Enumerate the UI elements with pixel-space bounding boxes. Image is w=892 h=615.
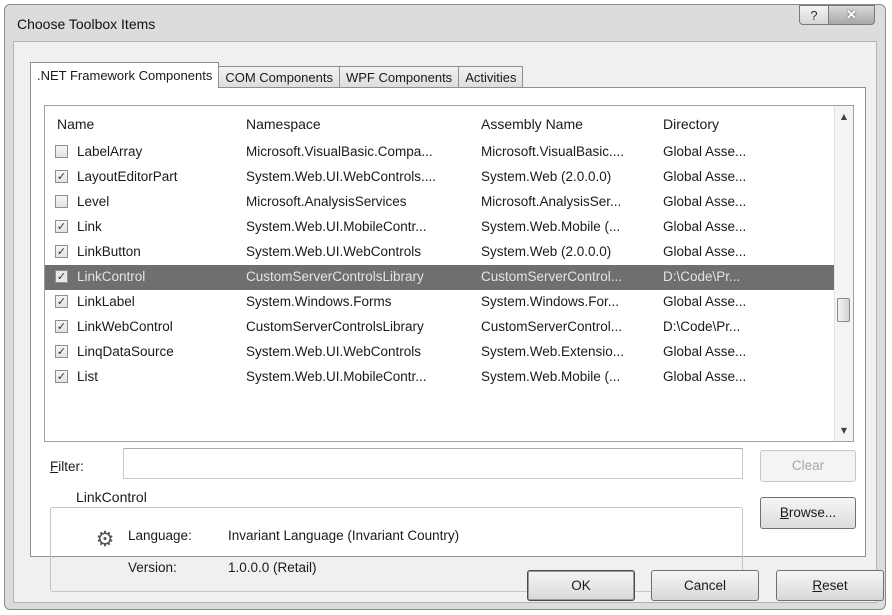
row-assembly-name: System.Web.Mobile (...	[481, 219, 621, 234]
row-namespace: CustomServerControlsLibrary	[246, 319, 424, 334]
row-checkbox[interactable]: ✓	[55, 370, 68, 383]
scrollbar-thumb[interactable]	[837, 298, 850, 322]
row-directory: D:\Code\Pr...	[663, 269, 741, 284]
row-assembly-name: System.Web.Extensio...	[481, 344, 625, 359]
row-namespace: System.Windows.Forms	[246, 294, 392, 309]
row-directory: Global Asse...	[663, 144, 747, 159]
choose-toolbox-items-dialog: Choose Toolbox Items ? ✕ .NET Framework …	[4, 4, 886, 610]
row-name: LabelArray	[77, 144, 143, 159]
row-namespace: CustomServerControlsLibrary	[246, 269, 424, 284]
list-row[interactable]: Level Microsoft.AnalysisServices Microsoft…	[45, 190, 835, 215]
row-name: LinkControl	[77, 269, 146, 284]
row-namespace: Microsoft.AnalysisServices	[246, 194, 407, 209]
tab-activities[interactable]: Activities	[458, 66, 524, 88]
gear-icon: ⚙	[95, 527, 115, 551]
clear-button[interactable]: Clear	[760, 450, 856, 482]
row-namespace: System.Web.UI.MobileContr...	[246, 219, 427, 234]
tab-com-components[interactable]: COM Components	[218, 66, 340, 88]
tab-net-framework-components[interactable]: .NET Framework Components	[30, 62, 220, 88]
scroll-up-arrow-icon[interactable]: ▲	[835, 108, 853, 125]
row-namespace: Microsoft.VisualBasic.Compa...	[246, 144, 433, 159]
details-group-title: LinkControl	[73, 489, 150, 505]
scroll-down-arrow-icon[interactable]: ▼	[835, 422, 853, 439]
row-assembly-name: System.Web.Mobile (...	[481, 369, 621, 384]
filter-input[interactable]	[123, 448, 743, 479]
row-checkbox[interactable]: ✓	[55, 270, 68, 283]
row-namespace: System.Web.UI.MobileContr...	[246, 369, 427, 384]
row-assembly-name: System.Windows.For...	[481, 294, 620, 309]
title-bar-buttons: ? ✕	[799, 5, 875, 25]
row-name: LinqDataSource	[77, 344, 174, 359]
row-assembly-name: CustomServerControl...	[481, 269, 623, 284]
row-directory: Global Asse...	[663, 194, 747, 209]
row-directory: Global Asse...	[663, 244, 747, 259]
ok-button[interactable]: OK	[527, 570, 635, 601]
list-row[interactable]: ✓ List System.Web.UI.MobileContr... System.…	[45, 365, 835, 390]
help-button[interactable]: ?	[799, 5, 829, 25]
browse-button[interactable]: Browse...	[760, 497, 856, 529]
cancel-button[interactable]: Cancel	[651, 570, 759, 601]
version-value: 1.0.0.0 (Retail)	[228, 560, 317, 575]
row-checkbox[interactable]: ✓	[55, 220, 68, 233]
column-headers: Name Namespace Assembly Name Directory	[45, 106, 835, 140]
list-row[interactable]: ✓ LinkControl CustomServerControlsLibrary C…	[45, 265, 835, 290]
row-name: Level	[77, 194, 110, 209]
filter-label: Filter:	[50, 459, 84, 474]
tab-strip: .NET Framework Components COM Components…	[30, 62, 524, 88]
column-header-directory[interactable]: Directory	[663, 116, 719, 132]
close-button[interactable]: ✕	[829, 5, 875, 25]
column-header-namespace[interactable]: Namespace	[246, 116, 321, 132]
reset-button[interactable]: Reset	[776, 570, 884, 601]
component-details-group: ⚙ Language: Invariant Language (Invarian…	[50, 507, 743, 592]
list-row[interactable]: ✓ LinqDataSource System.Web.UI.WebControls…	[45, 340, 835, 365]
list-row[interactable]: ✓ LayoutEditorPart System.Web.UI.WebContro…	[45, 165, 835, 190]
dialog-body: .NET Framework Components COM Components…	[13, 41, 884, 603]
language-label: Language:	[128, 528, 192, 543]
row-assembly-name: Microsoft.VisualBasic....	[481, 144, 625, 159]
row-assembly-name: Microsoft.AnalysisSer...	[481, 194, 622, 209]
list-rows: LabelArray Microsoft.VisualBasic.Compa...…	[45, 140, 835, 390]
row-namespace: System.Web.UI.WebControls	[246, 244, 422, 259]
list-row[interactable]: ✓ LinkLabel System.Windows.Forms System.Win…	[45, 290, 835, 315]
language-value: Invariant Language (Invariant Country)	[228, 528, 460, 543]
tab-wpf-components[interactable]: WPF Components	[338, 66, 460, 88]
row-assembly-name: System.Web (2.0.0.0)	[481, 244, 612, 259]
row-name: LinkLabel	[77, 294, 135, 309]
row-directory: D:\Code\Pr...	[663, 319, 741, 334]
window-title: Choose Toolbox Items	[17, 16, 156, 32]
row-name: LinkButton	[77, 244, 141, 259]
row-checkbox[interactable]: ✓	[55, 295, 68, 308]
row-checkbox[interactable]	[55, 145, 68, 158]
row-namespace: System.Web.UI.WebControls	[246, 344, 422, 359]
row-assembly-name: System.Web (2.0.0.0)	[481, 169, 612, 184]
row-checkbox[interactable]	[55, 195, 68, 208]
row-name: LayoutEditorPart	[77, 169, 178, 184]
list-row[interactable]: LabelArray Microsoft.VisualBasic.Compa...…	[45, 140, 835, 165]
row-checkbox[interactable]: ✓	[55, 345, 68, 358]
row-checkbox[interactable]: ✓	[55, 170, 68, 183]
list-row[interactable]: ✓ LinkButton System.Web.UI.WebControls Syst…	[45, 240, 835, 265]
row-directory: Global Asse...	[663, 344, 747, 359]
row-checkbox[interactable]: ✓	[55, 245, 68, 258]
row-checkbox[interactable]: ✓	[55, 320, 68, 333]
row-directory: Global Asse...	[663, 294, 747, 309]
row-directory: Global Asse...	[663, 369, 747, 384]
row-name: List	[77, 369, 99, 384]
row-assembly-name: CustomServerControl...	[481, 319, 623, 334]
column-header-name[interactable]: Name	[57, 116, 94, 132]
row-directory: Global Asse...	[663, 219, 747, 234]
list-row[interactable]: ✓ LinkWebControl CustomServerControlsLibra…	[45, 315, 835, 340]
row-namespace: System.Web.UI.WebControls....	[246, 169, 437, 184]
row-directory: Global Asse...	[663, 169, 747, 184]
column-header-assembly-name[interactable]: Assembly Name	[481, 116, 583, 132]
title-bar: Choose Toolbox Items ? ✕	[5, 5, 885, 41]
vertical-scrollbar[interactable]: ▲ ▼	[834, 106, 853, 441]
tab-panel: Name Namespace Assembly Name Directory L…	[30, 87, 866, 592]
row-name: Link	[77, 219, 102, 234]
list-row[interactable]: ✓ Link System.Web.UI.MobileContr... System.…	[45, 215, 835, 240]
row-name: LinkWebControl	[77, 319, 173, 334]
components-list[interactable]: Name Namespace Assembly Name Directory L…	[44, 105, 854, 442]
version-label: Version:	[128, 560, 177, 575]
